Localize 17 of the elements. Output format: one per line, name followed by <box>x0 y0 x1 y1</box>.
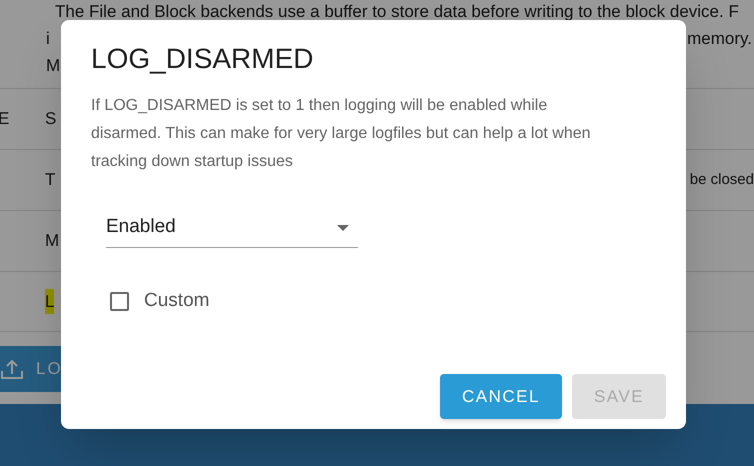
upload-icon <box>0 357 24 381</box>
caret-icon <box>337 224 349 230</box>
dropdown[interactable]: Enabled <box>106 210 358 248</box>
paragraph-text: The File and Block backends use a buffer to store data before writing to the block device. F <box>55 1 739 23</box>
table-cell-text: T <box>45 169 56 192</box>
table-cell: L <box>45 288 54 314</box>
checkbox[interactable] <box>110 292 129 311</box>
dialog-description: If LOG_DISARMED is set to 1 then logging will be enabled while disarmed. This can make for very large logfiles but can help a lot when tracking down startup issues <box>91 96 592 172</box>
table-cell-text: be closed <box>690 170 754 190</box>
dialog-title: LOG_DISARMED <box>91 42 314 76</box>
cancel-button[interactable]: CANCEL <box>440 374 562 419</box>
paragraph-text: i <box>46 28 50 50</box>
table-cell-text: S <box>45 108 56 130</box>
checkbox-label[interactable]: Custom <box>144 287 210 316</box>
paragraph-text: M <box>46 55 60 77</box>
paragraph-text: memory. <box>687 28 753 50</box>
table-cell-text: M <box>45 230 60 252</box>
